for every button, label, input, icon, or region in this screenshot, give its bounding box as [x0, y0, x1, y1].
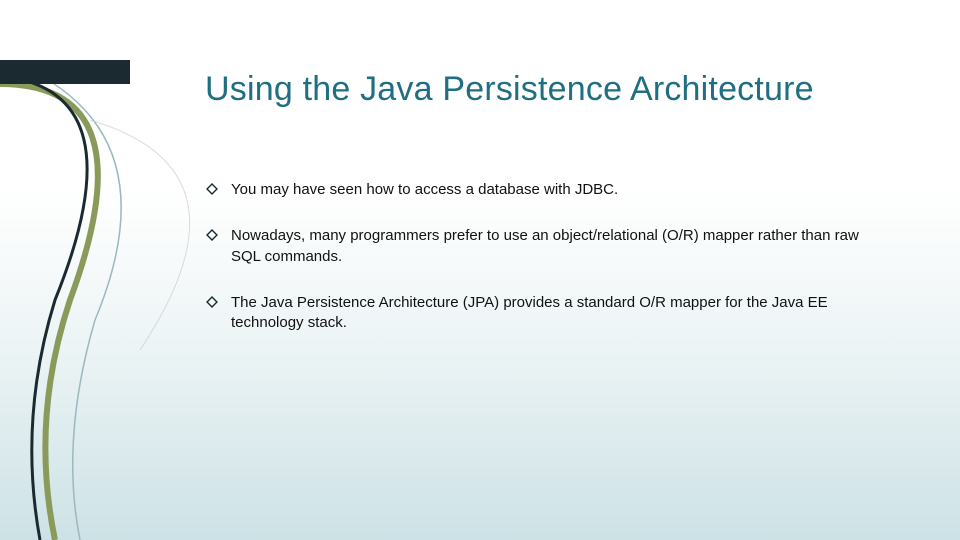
slide-title: Using the Java Persistence Architecture [205, 70, 814, 109]
diamond-bullet-icon [205, 295, 219, 309]
bullet-text: The Java Persistence Architecture (JPA) … [231, 293, 885, 334]
diamond-bullet-icon [205, 228, 219, 242]
bullet-item: You may have seen how to access a databa… [205, 180, 885, 200]
bullet-item: Nowadays, many programmers prefer to use… [205, 226, 885, 267]
diamond-bullet-icon [205, 182, 219, 196]
slide-body: You may have seen how to access a databa… [205, 180, 885, 359]
bullet-text: You may have seen how to access a databa… [231, 180, 885, 200]
slide: Using the Java Persistence Architecture … [0, 0, 960, 540]
accent-bar [0, 60, 130, 84]
bullet-text: Nowadays, many programmers prefer to use… [231, 226, 885, 267]
bullet-item: The Java Persistence Architecture (JPA) … [205, 293, 885, 334]
